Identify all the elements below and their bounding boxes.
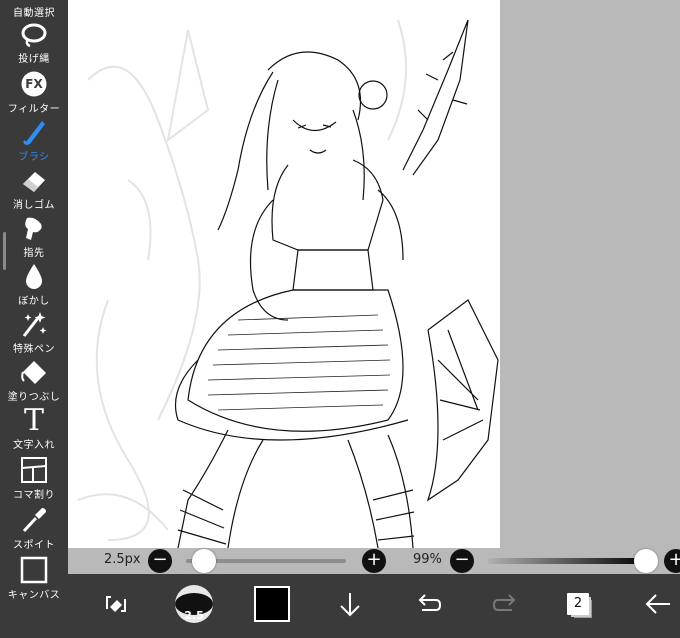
tool-auto-select[interactable]: 自動選択 [0, 0, 68, 22]
tool-special-pen[interactable]: 特殊ペン [0, 310, 68, 360]
transform-icon [106, 596, 126, 612]
tool-label: キャンバス [7, 590, 61, 601]
canvas-icon [20, 556, 48, 584]
bottom-toolbar: 2.5 2 [68, 574, 680, 638]
opacity-knob[interactable] [634, 549, 658, 573]
text-icon: T [23, 403, 44, 438]
brush-property-bar: 2.5px − + 99% − + [68, 548, 680, 574]
tool-text[interactable]: T 文字入れ [0, 406, 68, 456]
tool-frame-divide[interactable]: コマ割り [0, 456, 68, 506]
frame-divide-icon [21, 457, 47, 483]
lasso-icon [21, 23, 47, 48]
eyedropper-icon [22, 508, 46, 533]
opacity-track[interactable] [488, 558, 648, 564]
tool-finger[interactable]: 指先 [0, 214, 68, 264]
tool-label: 塗りつぶし [7, 392, 61, 403]
tool-label: ブラシ [18, 152, 50, 163]
brush-preview: 2.5 [175, 585, 213, 623]
opacity-minus-button[interactable]: − [450, 549, 474, 573]
brush-preview-value: 2.5 [184, 609, 204, 622]
blur-drop-icon [26, 264, 42, 289]
layers-button[interactable]: 2 [556, 582, 600, 626]
tool-label: 特殊ペン [13, 344, 55, 355]
brush-size-knob[interactable] [192, 549, 216, 573]
tool-filter[interactable]: FX フィルター [0, 70, 68, 120]
tool-label: 文字入れ [13, 440, 55, 451]
eraser-icon [23, 172, 45, 192]
opacity-value: 99% [413, 552, 442, 567]
finger-icon [25, 217, 42, 240]
fill-bucket-icon [21, 361, 46, 384]
back-arrow-icon [645, 594, 670, 614]
undo-button[interactable] [406, 582, 450, 626]
brush-preview-button[interactable]: 2.5 [172, 582, 216, 626]
tool-label: ぼかし [18, 296, 50, 307]
current-color-swatch [254, 586, 290, 622]
tool-label: スポイト [13, 540, 55, 551]
tool-label: 消しゴム [13, 200, 55, 211]
tool-blur[interactable]: ぼかし [0, 262, 68, 312]
special-pen-icon [22, 312, 47, 337]
redo-icon [492, 594, 516, 611]
tool-label: コマ割り [13, 490, 55, 501]
tool-label: 自動選択 [13, 8, 55, 19]
tool-eyedropper[interactable]: スポイト [0, 506, 68, 556]
down-arrow-button[interactable] [328, 582, 372, 626]
back-button[interactable] [636, 582, 680, 626]
layer-count: 2 [567, 593, 589, 615]
brush-size-minus-button[interactable]: − [148, 549, 172, 573]
color-button[interactable] [250, 582, 294, 626]
canvas-paper[interactable] [68, 0, 500, 548]
tool-label: 投げ縄 [18, 54, 50, 65]
undo-icon [418, 594, 442, 611]
tool-label: 指先 [23, 248, 45, 259]
drawing-canvas-area[interactable] [68, 0, 680, 548]
brush-size-plus-button[interactable]: + [362, 549, 386, 573]
redo-button[interactable] [484, 582, 528, 626]
opacity-plus-button[interactable]: + [664, 549, 680, 573]
tool-sidebar: 自動選択 投げ縄 FX フィルター ブラシ 消しゴム 指先 ぼかし 特殊ペン 塗… [0, 0, 68, 638]
tool-canvas[interactable]: キャンバス [0, 556, 68, 606]
tool-lasso[interactable]: 投げ縄 [0, 22, 68, 72]
down-arrow-icon [340, 593, 360, 617]
transform-button[interactable] [94, 582, 138, 626]
brush-icon [23, 121, 45, 145]
tool-eraser[interactable]: 消しゴム [0, 166, 68, 216]
tool-fill[interactable]: 塗りつぶし [0, 358, 68, 408]
tool-brush[interactable]: ブラシ [0, 118, 68, 168]
tool-label: フィルター [7, 104, 61, 115]
brush-size-value: 2.5px [104, 552, 141, 567]
fx-glyph: FX [25, 77, 43, 91]
artwork-illustration [77, 19, 499, 548]
